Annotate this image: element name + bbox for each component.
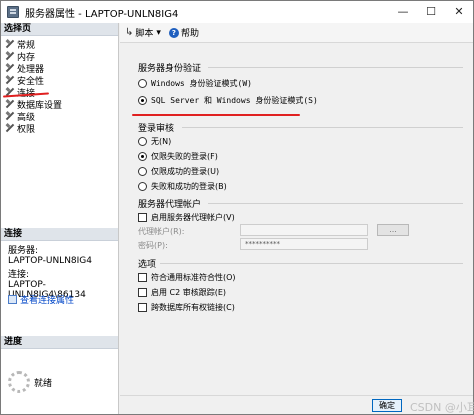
audit-both-option[interactable]: 失败和成功的登录(B) xyxy=(138,181,227,192)
audit-success-option[interactable]: 仅限成功的登录(U) xyxy=(138,166,219,177)
page-item-permissions[interactable]: 权限 xyxy=(5,122,62,135)
page-list: 常规 内存 处理器 安全性 连接 数据库设置 高级 权限 xyxy=(5,38,62,135)
chevron-down-icon[interactable]: ▾ xyxy=(156,28,161,38)
audit-success-label: 仅限成功的登录(U) xyxy=(151,167,220,176)
help-icon: ? xyxy=(168,27,179,38)
server-label: 服务器: xyxy=(8,246,39,256)
maximize-button[interactable]: ☐ xyxy=(417,1,445,23)
audit-none-radio[interactable] xyxy=(138,137,147,146)
common-criteria-option[interactable]: 符合通用标准符合性(O) xyxy=(138,272,236,283)
server-properties-window: 服务器属性 - LAPTOP-UNLN8IG4 — ☐ ✕ 选择页 常规 内存 … xyxy=(0,0,474,415)
ok-button[interactable]: 确定 xyxy=(372,399,402,412)
server-value: LAPTOP-UNLN8IG4 xyxy=(8,256,93,266)
browse-button[interactable]: ... xyxy=(377,224,409,236)
left-panel: 选择页 常规 内存 处理器 安全性 连接 数据库设置 高级 权限 连接 服务器:… xyxy=(1,23,119,414)
mixed-auth-radio[interactable] xyxy=(138,96,147,105)
mixed-auth-label: SQL Server 和 Windows 身份验证模式(S) xyxy=(151,96,318,105)
page-item-general[interactable]: 常规 xyxy=(5,38,62,51)
options-group-label: 选项 xyxy=(138,260,157,270)
audit-both-label: 失败和成功的登录(B) xyxy=(151,182,227,191)
page-item-advanced[interactable]: 高级 xyxy=(5,110,62,123)
cross-db-chaining-checkbox[interactable] xyxy=(138,303,147,312)
enable-proxy-option[interactable]: 启用服务器代理帐户(V) xyxy=(138,212,235,223)
wrench-icon xyxy=(5,39,15,49)
help-button[interactable]: ? 帮助 xyxy=(168,26,199,39)
progress-spinner-icon xyxy=(8,371,30,393)
page-item-processors[interactable]: 处理器 xyxy=(5,62,62,75)
page-item-memory[interactable]: 内存 xyxy=(5,50,62,63)
connection-label: 连接: xyxy=(8,270,30,280)
password-field[interactable]: ********** xyxy=(240,238,368,250)
group-divider xyxy=(208,67,463,68)
page-label: 权限 xyxy=(17,124,36,135)
windows-auth-radio[interactable] xyxy=(138,79,147,88)
c2-audit-label: 启用 C2 审核跟踪(E) xyxy=(151,288,227,297)
properties-icon xyxy=(8,295,17,304)
c2-audit-checkbox[interactable] xyxy=(138,288,147,297)
watermark: CSDN @小耳白 xyxy=(410,401,474,414)
wrench-icon xyxy=(5,63,15,73)
windows-auth-label: Windows 身份验证模式(W) xyxy=(151,79,252,88)
audit-failed-label: 仅限失败的登录(F) xyxy=(151,152,218,161)
script-button[interactable]: ↳ 脚本 ▾ xyxy=(125,26,161,39)
title-bar[interactable]: 服务器属性 - LAPTOP-UNLN8IG4 — ☐ ✕ xyxy=(1,1,473,23)
password-label: 密码(P): xyxy=(138,241,168,250)
group-divider xyxy=(182,127,463,128)
progress-header: 进度 xyxy=(1,336,118,349)
server-icon xyxy=(7,6,19,18)
wrench-icon xyxy=(5,51,15,61)
group-divider xyxy=(160,263,463,264)
proxy-group-label: 服务器代理帐户 xyxy=(138,200,202,210)
right-panel: ↳ 脚本 ▾ ? 帮助 服务器身份验证 Windows 身份验证模式(W) SQ… xyxy=(120,23,474,414)
c2-audit-option[interactable]: 启用 C2 审核跟踪(E) xyxy=(138,287,226,298)
page-label: 安全性 xyxy=(17,76,45,87)
common-criteria-label: 符合通用标准符合性(O) xyxy=(151,273,236,282)
mixed-auth-option[interactable]: SQL Server 和 Windows 身份验证模式(S) xyxy=(138,95,318,106)
proxy-account-field[interactable] xyxy=(240,224,368,236)
script-icon: ↳ xyxy=(125,27,134,38)
proxy-account-label: 代理帐户(R): xyxy=(138,227,185,236)
connection-header: 连接 xyxy=(1,228,118,241)
progress-status: 就绪 xyxy=(34,379,53,389)
script-label: 脚本 xyxy=(135,29,154,39)
minimize-button[interactable]: — xyxy=(389,1,417,23)
wrench-icon xyxy=(5,75,15,85)
wrench-icon xyxy=(5,123,15,133)
highlight-underline xyxy=(132,114,300,116)
view-connection-properties-label: 查看连接属性 xyxy=(20,296,75,306)
page-item-database-settings[interactable]: 数据库设置 xyxy=(5,98,62,111)
dialog-footer: 确定 CSDN @小耳白 xyxy=(120,395,474,414)
windows-auth-option[interactable]: Windows 身份验证模式(W) xyxy=(138,78,252,89)
common-criteria-checkbox[interactable] xyxy=(138,273,147,282)
audit-failed-radio[interactable] xyxy=(138,152,147,161)
window-title: 服务器属性 - LAPTOP-UNLN8IG4 xyxy=(25,9,179,20)
pages-header: 选择页 xyxy=(1,23,118,36)
audit-failed-option[interactable]: 仅限失败的登录(F) xyxy=(138,151,218,162)
login-audit-group-label: 登录审核 xyxy=(138,124,175,134)
wrench-icon xyxy=(5,99,15,109)
view-connection-properties-link[interactable]: 查看连接属性 xyxy=(8,293,74,306)
audit-none-option[interactable]: 无(N) xyxy=(138,136,171,147)
page-item-security[interactable]: 安全性 xyxy=(5,74,62,87)
enable-proxy-label: 启用服务器代理帐户(V) xyxy=(151,213,235,222)
audit-none-label: 无(N) xyxy=(151,137,172,146)
group-divider xyxy=(208,203,463,204)
toolbar: ↳ 脚本 ▾ ? 帮助 xyxy=(120,23,473,43)
help-label: 帮助 xyxy=(180,29,199,39)
cross-db-chaining-label: 跨数据库所有权链接(C) xyxy=(151,303,235,312)
cross-db-chaining-option[interactable]: 跨数据库所有权链接(C) xyxy=(138,302,235,313)
server-auth-group-label: 服务器身份验证 xyxy=(138,64,202,74)
audit-both-radio[interactable] xyxy=(138,182,147,191)
enable-proxy-checkbox[interactable] xyxy=(138,213,147,222)
audit-success-radio[interactable] xyxy=(138,167,147,176)
wrench-icon xyxy=(5,111,15,121)
close-button[interactable]: ✕ xyxy=(445,1,473,23)
